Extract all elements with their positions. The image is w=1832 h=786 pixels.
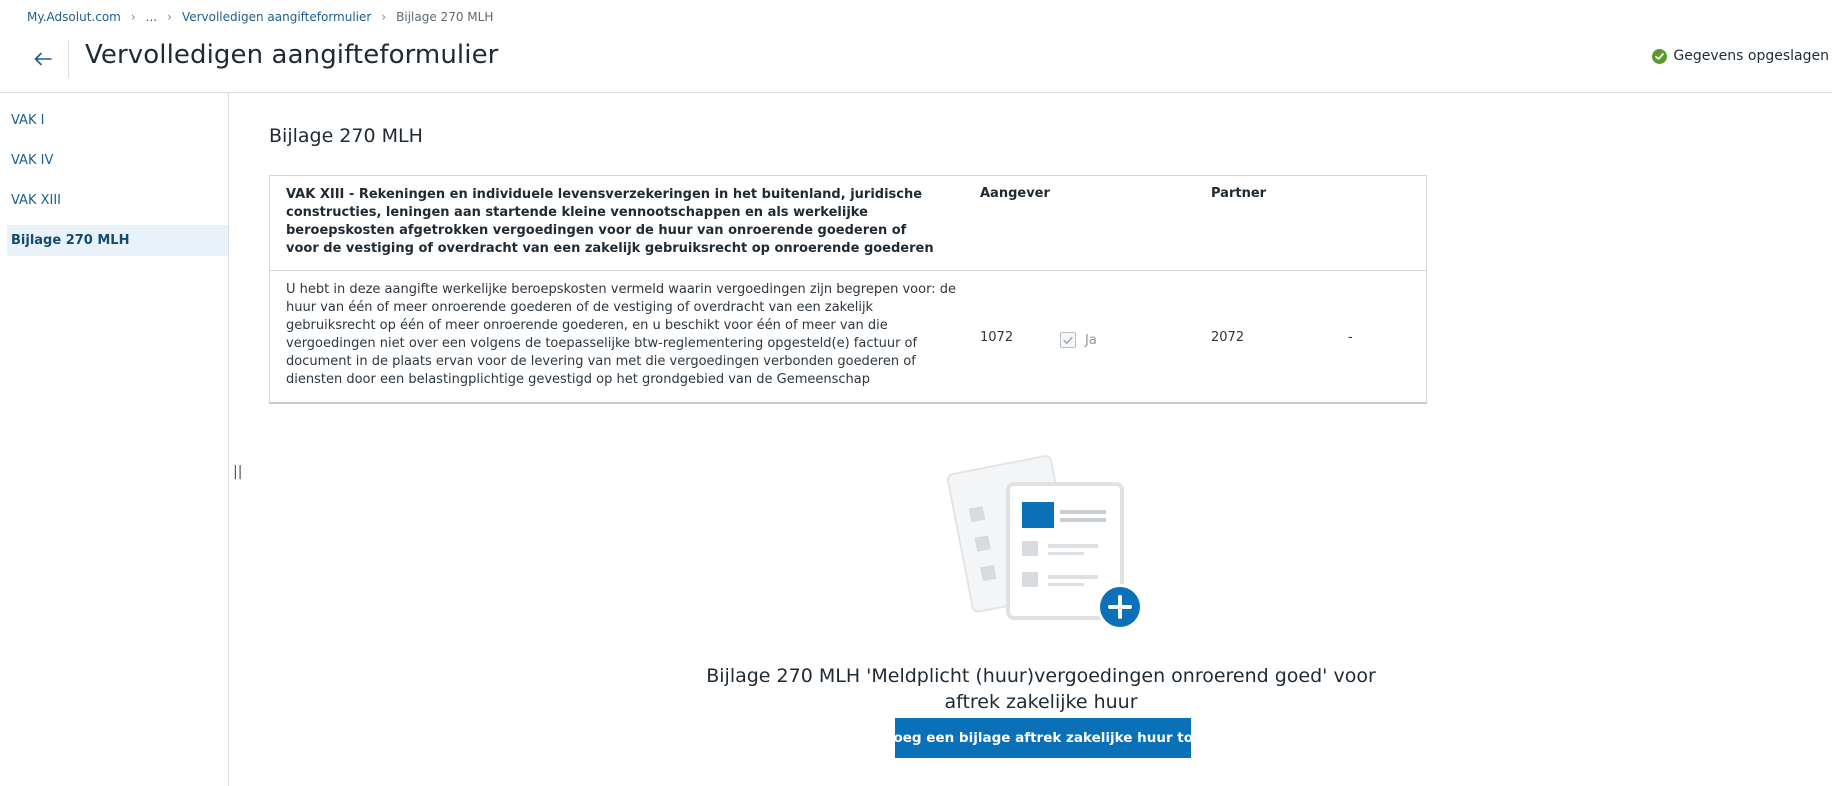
aangever-checkbox[interactable] (1060, 332, 1076, 348)
chevron-right-icon: › (381, 10, 387, 24)
column-header-partner: Partner (1211, 186, 1267, 201)
sidebar-resize-handle[interactable]: || (233, 464, 242, 484)
empty-state-heading: Bijlage 270 MLH 'Meldplicht (huur)vergoe… (706, 665, 1376, 713)
save-status-label: Gegevens opgeslagen (1673, 48, 1829, 64)
plus-circle-icon (1097, 584, 1143, 630)
chevron-right-icon: › (130, 10, 136, 24)
save-status: Gegevens opgeslagen (1652, 48, 1829, 64)
back-button[interactable] (30, 46, 56, 72)
breadcrumb: My.Adsolut.com › ... › Vervolledigen aan… (27, 8, 493, 26)
breadcrumb-current: Bijlage 270 MLH (396, 10, 494, 24)
breadcrumb-ellipsis[interactable]: ... (146, 10, 157, 24)
check-icon (1063, 336, 1073, 344)
breadcrumb-home[interactable]: My.Adsolut.com (27, 10, 121, 24)
sidebar-item-vak-xiii[interactable]: VAK XIII (7, 185, 228, 216)
sidebar-item-vak-i[interactable]: VAK I (7, 105, 228, 136)
code-aangever: 1072 (980, 330, 1014, 345)
aangever-checkbox-field[interactable]: Ja (1060, 332, 1097, 348)
partner-value: - (1348, 330, 1353, 345)
row-description: U hebt in deze aangifte werkelijke beroe… (286, 282, 956, 387)
header-divider (0, 92, 1832, 93)
sidebar: VAK I VAK IV VAK XIII Bijlage 270 MLH (0, 93, 229, 786)
column-header-aangever: Aangever (980, 186, 1050, 201)
arrow-left-icon (34, 52, 52, 66)
check-circle-icon (1652, 48, 1668, 64)
title-divider (68, 40, 69, 78)
chevron-right-icon: › (167, 10, 172, 24)
sidebar-item-vak-iv[interactable]: VAK IV (7, 145, 228, 176)
code-partner: 2072 (1211, 330, 1245, 345)
table-header-description: VAK XIII - Rekeningen en individuele lev… (286, 187, 934, 256)
add-bijlage-button[interactable]: Voeg een bijlage aftrek zakelijke huur t… (884, 718, 1202, 758)
aangever-checkbox-label: Ja (1085, 332, 1097, 348)
section-title: Bijlage 270 MLH (269, 125, 423, 147)
table-row: U hebt in deze aangifte werkelijke beroe… (270, 271, 1426, 403)
page-title: Vervolledigen aangifteformulier (85, 40, 499, 70)
vak-table: VAK XIII - Rekeningen en individuele lev… (269, 175, 1427, 404)
document-add-illustration (946, 455, 1143, 630)
table-header-row: VAK XIII - Rekeningen en individuele lev… (270, 176, 1426, 271)
sidebar-item-bijlage-270-mlh[interactable]: Bijlage 270 MLH (7, 225, 228, 256)
breadcrumb-form[interactable]: Vervolledigen aangifteformulier (182, 10, 371, 24)
